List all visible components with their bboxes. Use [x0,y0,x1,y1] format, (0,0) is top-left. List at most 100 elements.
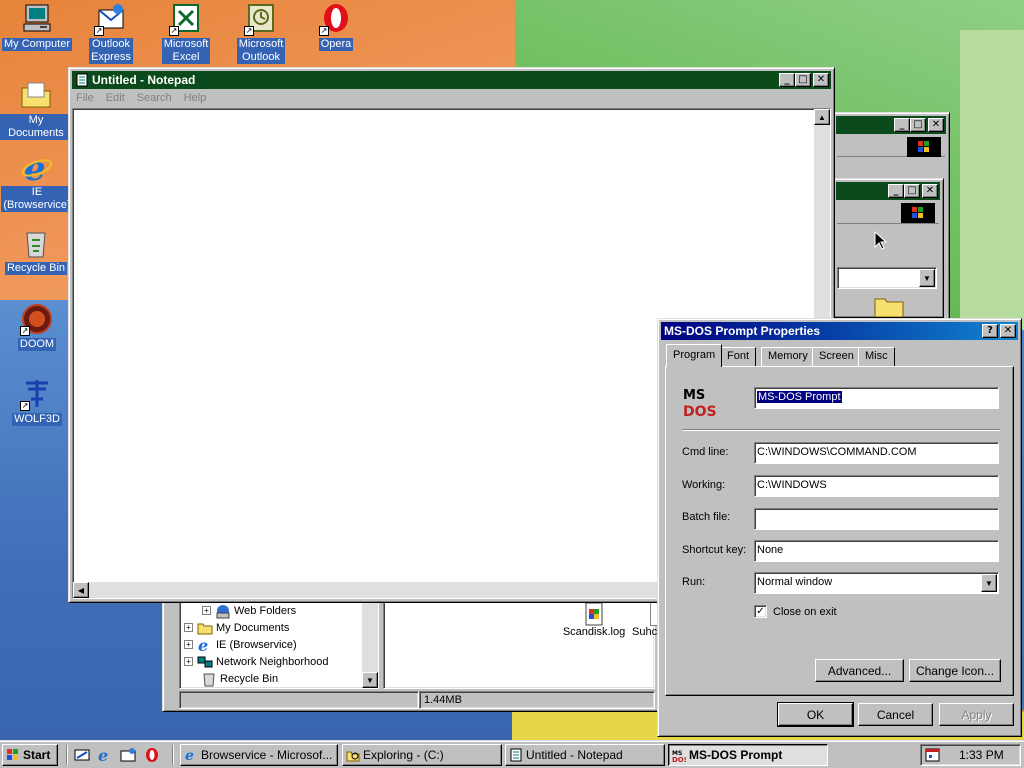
cancel-button[interactable]: Cancel [858,703,933,726]
desktop-icon-label: Outlook Express [89,38,133,64]
titlebar[interactable]: _ □ ✕ [836,116,946,134]
close-on-exit-checkbox[interactable]: ✓ Close on exit [754,605,837,618]
working-field[interactable]: C:\WINDOWS [754,475,999,497]
file-list[interactable]: Scandisk.log Suhc [383,601,660,689]
tab-font[interactable]: Font [720,347,757,366]
scroll-down-icon[interactable]: ▼ [362,672,378,688]
desktop-icon-my-computer[interactable]: My Computer [1,2,73,51]
close-button[interactable]: ✕ [922,184,938,198]
desktop-icon-label: IE (Browservice) [1,186,73,212]
shortcut-key-field[interactable]: None [754,540,999,562]
ok-button[interactable]: OK [777,702,854,727]
titlebar[interactable]: _ □ ✕ [836,182,940,200]
shortcut-key-label: Shortcut key: [682,544,747,556]
my-documents-icon [19,78,53,112]
show-desktop-icon[interactable] [74,747,90,763]
expand-icon[interactable]: + [184,657,193,666]
notepad-icon [509,748,523,762]
outlook-express-quicklaunch-icon[interactable] [120,747,136,763]
dropdown-arrow-icon[interactable]: ▼ [919,269,935,287]
expand-icon[interactable]: + [184,640,193,649]
shortcut-arrow-icon: ↗ [169,26,179,36]
address-combo[interactable]: ▼ [837,267,937,289]
msdos-properties-dialog[interactable]: MS-DOS Prompt Properties ? ✕ Program Fon… [657,318,1022,737]
system-tray: 1:33 PM [920,744,1021,766]
maximize-button[interactable]: □ [795,73,811,87]
folder-tree[interactable]: + Web Folders + My Documents + e IE (Bro… [179,601,379,689]
menu-edit[interactable]: Edit [106,92,125,104]
desktop-icon-label: My Computer [1,38,73,51]
opera-quicklaunch-icon[interactable] [144,747,160,763]
desktop-icon-excel[interactable]: ↗ Microsoft Excel [150,2,222,64]
menu-file[interactable]: File [76,92,94,104]
desktop-icon-label: My Documents [0,114,72,140]
tree-item-ie[interactable]: + e IE (Browservice) [184,636,297,655]
tab-memory[interactable]: Memory [761,347,815,366]
scroll-up-icon[interactable]: ▲ [814,109,830,125]
clock[interactable]: 1:33 PM [959,748,1004,762]
tree-item-recycle-bin[interactable]: Recycle Bin [201,670,278,687]
background-window-2[interactable]: _ □ ✕ ▼ [832,178,944,318]
tab-misc[interactable]: Misc [858,347,895,366]
dropdown-arrow-icon[interactable]: ▼ [981,574,997,592]
minimize-button[interactable]: _ [894,118,910,132]
ie-quicklaunch-icon[interactable]: e [97,746,113,765]
close-button[interactable]: ✕ [928,118,944,132]
advanced-button[interactable]: Advanced... [815,659,904,682]
desktop-icon-ie-browservice[interactable]: e IE (Browservice) [1,149,73,212]
titlebar[interactable]: Untitled - Notepad _ □ ✕ [72,71,831,89]
scheduler-tray-icon[interactable] [925,747,941,763]
svg-text:DOS: DOS [683,404,716,419]
task-button-notepad[interactable]: Untitled - Notepad [505,744,665,766]
change-icon-button[interactable]: Change Icon... [909,659,1001,682]
run-select[interactable]: Normal window ▼ [754,572,999,594]
desktop-icon-outlook[interactable]: ↗ Microsoft Outlook [225,2,297,64]
close-button[interactable]: ✕ [1000,324,1016,338]
maximize-button[interactable]: □ [910,118,926,132]
cmd-line-field[interactable]: C:\WINDOWS\COMMAND.COM [754,442,999,464]
tree-scrollbar[interactable]: ▼ [362,602,378,688]
desktop-icon-my-documents[interactable]: My Documents [0,78,72,140]
expand-icon[interactable]: + [184,623,193,632]
folder-icon [197,620,213,636]
close-button[interactable]: ✕ [813,73,829,87]
program-name-field[interactable]: MS-DOS Prompt [754,387,999,409]
desktop-icon-outlook-express[interactable]: ↗ Outlook Express [75,2,147,64]
titlebar[interactable]: MS-DOS Prompt Properties ? ✕ [661,322,1018,340]
batch-file-field[interactable] [754,508,999,530]
task-button-exploring[interactable]: Exploring - (C:) [342,744,502,766]
help-button[interactable]: ? [982,324,998,338]
tree-item-network[interactable]: + Network Neighborhood [184,653,329,670]
shortcut-arrow-icon: ↗ [244,26,254,36]
tab-panel: MS DOS MS-DOS Prompt Cmd line: C:\WINDOW… [665,366,1014,696]
desktop-icon-doom[interactable]: ↗ DOOM [1,302,73,351]
apply-button[interactable]: Apply [939,703,1014,726]
file-item-scandisk[interactable]: Scandisk.log [559,602,629,638]
desktop-icon-label: Microsoft Outlook [236,38,286,64]
working-label: Working: [682,479,726,491]
tab-program[interactable]: Program [666,344,723,367]
close-on-exit-label: Close on exit [773,605,837,618]
desktop-icon-opera[interactable]: ↗ Opera [300,2,372,51]
task-label: Untitled - Notepad [526,748,623,762]
tree-item-web-folders[interactable]: + Web Folders [202,602,296,619]
start-button[interactable]: Start [2,744,58,766]
checkbox-checked-icon[interactable]: ✓ [754,605,767,618]
expand-icon[interactable]: + [202,606,211,615]
menu-help[interactable]: Help [184,92,207,104]
toolbar [837,137,945,157]
tab-screen[interactable]: Screen [812,347,861,366]
menu-search[interactable]: Search [137,92,172,104]
desktop-icon-wolf3d[interactable]: ↗ WOLF3D [1,377,73,426]
ie-icon: e [20,149,54,189]
task-button-msdos[interactable]: MSDOS MS-DOS Prompt [668,744,828,766]
task-button-browservice[interactable]: e Browservice - Microsof... [180,744,338,766]
minimize-button[interactable]: _ [888,184,904,198]
desktop-icon-recycle-bin[interactable]: Recycle Bin [0,226,72,275]
minimize-button[interactable]: _ [779,73,795,87]
status-size: 1.44MB [419,691,655,709]
maximize-button[interactable]: □ [904,184,920,198]
scroll-left-icon[interactable]: ◀ [73,582,89,598]
tree-item-label: Web Folders [234,604,297,617]
tree-item-my-documents[interactable]: + My Documents [184,619,289,636]
